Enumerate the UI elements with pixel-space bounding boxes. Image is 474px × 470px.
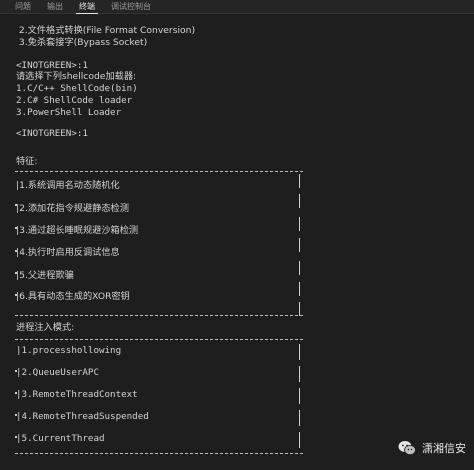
box-border-right bbox=[299, 302, 300, 316]
box-border-top bbox=[15, 171, 303, 172]
feature-item: |2.添加花指令规避静态检测 bbox=[16, 203, 129, 214]
terminal-line: 请选择下列shellcode加载器: bbox=[16, 71, 137, 82]
box-border-right bbox=[299, 217, 300, 231]
injection-heading: 进程注入模式: bbox=[16, 322, 75, 333]
wechat-icon bbox=[398, 441, 416, 455]
box-border-top bbox=[15, 339, 303, 340]
terminal-line: 3.免杀套接字(Bypass Socket) bbox=[16, 37, 148, 48]
terminal-line: 2.文件格式转换(File Format Conversion) bbox=[16, 25, 196, 36]
injection-mode-item: |5.CurrentThread bbox=[16, 433, 105, 444]
features-heading: 特征: bbox=[16, 156, 38, 167]
feature-item: |6.具有动态生成的XOR密钥 bbox=[16, 291, 130, 302]
box-border-bottom bbox=[15, 315, 303, 316]
box-border-right bbox=[299, 366, 300, 382]
terminal-line: <INOTGREEN>:1 bbox=[16, 128, 88, 139]
feature-item: |1.系统调用名动态随机化 bbox=[16, 180, 120, 191]
box-border-right bbox=[299, 238, 300, 252]
injection-mode-item: |1.processhollowing bbox=[16, 345, 122, 356]
terminal-line: 1.C/C++ ShellCode(bin) bbox=[16, 83, 138, 94]
watermark: 潇湘信安 bbox=[398, 440, 466, 456]
box-border-right bbox=[299, 388, 300, 404]
box-border-right bbox=[299, 261, 300, 275]
feature-item: |4.执行时启用反调试信息 bbox=[16, 247, 120, 258]
feature-item: |5.父进程欺骗 bbox=[16, 270, 74, 281]
terminal-line: 2.C# ShellCode loader bbox=[16, 95, 133, 106]
tab-terminal[interactable]: 终端 bbox=[76, 1, 98, 14]
tab-debug-console[interactable]: 调试控制台 bbox=[108, 1, 154, 13]
feature-item: |3.通过超长睡眠规避沙箱检测 bbox=[16, 225, 139, 236]
watermark-text: 潇湘信安 bbox=[422, 442, 466, 455]
tab-problems[interactable]: 问题 bbox=[12, 1, 34, 13]
box-border-right bbox=[299, 174, 300, 188]
tab-output[interactable]: 输出 bbox=[44, 1, 66, 13]
box-border-right bbox=[299, 194, 300, 208]
box-border-right bbox=[299, 344, 300, 360]
panel-tabs: 问题 输出 终端 调试控制台 bbox=[0, 0, 474, 14]
box-border-right bbox=[299, 432, 300, 448]
terminal-line: 3.PowerShell Loader bbox=[16, 107, 122, 118]
terminal-output[interactable]: 2.文件格式转换(File Format Conversion) 3.免杀套接字… bbox=[0, 14, 474, 470]
box-border-bottom bbox=[15, 453, 303, 454]
injection-mode-item: |2.QueueUserAPC bbox=[16, 367, 99, 378]
box-border-right bbox=[299, 282, 300, 296]
injection-mode-item: |4.RemoteThreadSuspended bbox=[16, 411, 149, 422]
box-border-right bbox=[299, 410, 300, 426]
injection-mode-item: |3.RemoteThreadContext bbox=[16, 389, 138, 400]
